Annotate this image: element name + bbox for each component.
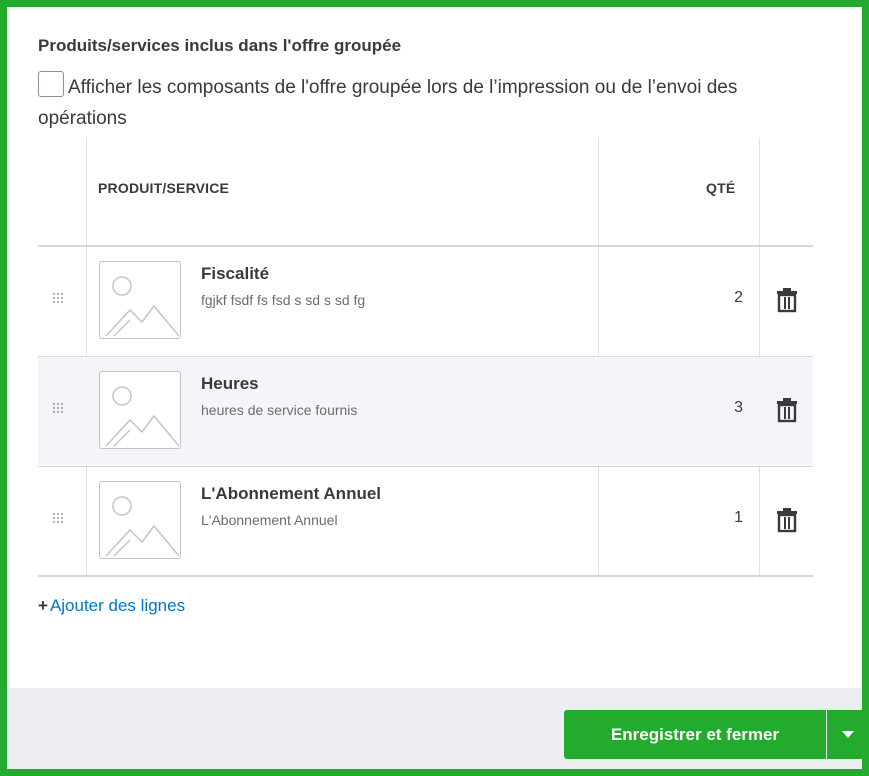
image-placeholder-icon [99,261,181,339]
item-qty[interactable]: 1 [734,509,743,527]
drag-handle-icon[interactable] [52,291,66,305]
table-row: L'Abonnement Annuel L'Abonnement Annuel … [38,467,813,575]
table-bottom-divider [38,575,813,577]
column-header-product: PRODUIT/SERVICE [98,180,230,196]
item-qty[interactable]: 3 [734,399,743,417]
item-name: L'Abonnement Annuel [201,484,382,503]
trash-icon[interactable] [776,507,798,533]
trash-icon[interactable] [776,397,798,423]
table-row: Heures heures de service fournis 3 [38,357,813,465]
add-lines-link[interactable]: + Ajouter des lignes [38,596,185,616]
item-name: Heures [201,374,259,393]
item-description: L'Abonnement Annuel [201,512,338,528]
drag-handle-icon[interactable] [52,401,66,415]
item-name: Fiscalité [201,264,270,283]
drag-handle-icon[interactable] [52,511,66,525]
table-row: Fiscalité fgjkf fsdf fs fsd s sd s sd fg… [38,247,813,355]
caret-down-icon [842,731,854,738]
image-placeholder-icon [99,481,181,559]
save-and-close-button[interactable]: Enregistrer et fermer [564,710,826,759]
column-header-qty: QTÉ [706,180,736,196]
item-description: heures de service fournis [201,402,358,418]
item-description: fgjkf fsdf fs fsd s sd s sd fg [201,292,366,308]
item-qty[interactable]: 2 [734,289,743,307]
image-placeholder-icon [99,371,181,449]
trash-icon[interactable] [776,287,798,313]
add-lines-label: Ajouter des lignes [49,596,186,615]
show-components-label: Afficher les composants de l'offre group… [38,77,738,129]
save-options-dropdown[interactable] [827,710,869,759]
plus-icon: + [38,596,48,615]
section-title: Produits/services inclus dans l'offre gr… [38,36,402,55]
